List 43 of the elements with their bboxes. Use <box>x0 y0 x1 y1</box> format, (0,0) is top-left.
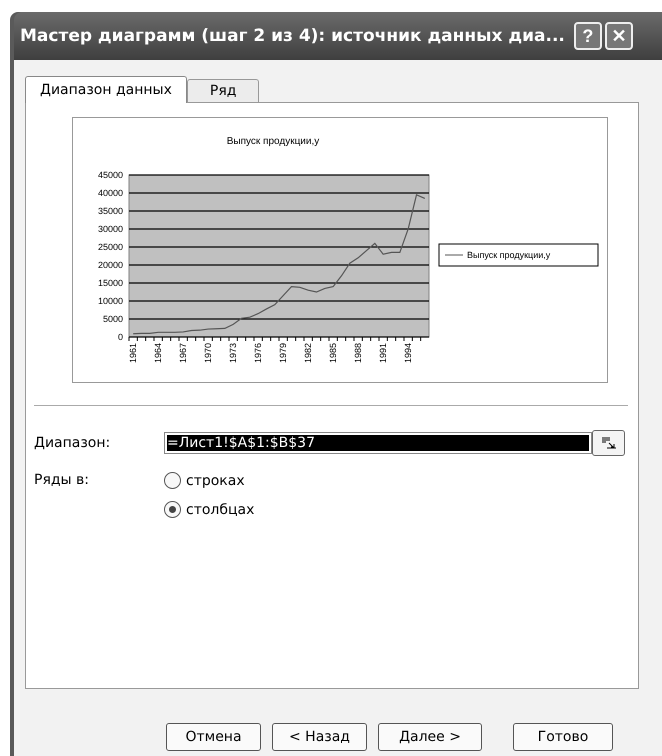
tab[interactable]: Диапазон данных <box>25 76 187 103</box>
dialog-button[interactable]: Отмена <box>166 723 261 751</box>
legend-line <box>444 254 464 256</box>
x-tick-label: 1994 <box>403 343 414 364</box>
x-tick-label: 1979 <box>278 343 288 364</box>
dialog-button[interactable]: Далее > <box>378 723 482 751</box>
x-tick-label: 1964 <box>153 343 164 364</box>
tab[interactable]: Ряд <box>186 79 260 102</box>
dialog-button[interactable]: Готово <box>513 723 613 751</box>
range-label: Диапазон: <box>34 435 112 451</box>
close-button[interactable]: ✕ <box>604 22 633 50</box>
series-in-label: Ряды в: <box>34 472 90 490</box>
y-tick-label: 40000 <box>98 188 123 198</box>
x-tick-label: 1988 <box>353 343 364 364</box>
x-tick-label: 1991 <box>378 343 388 364</box>
help-button[interactable]: ? <box>574 22 602 50</box>
chart-title: Выпуск продукции,у <box>226 136 320 147</box>
x-tick-label: 1976 <box>253 343 264 364</box>
y-tick-label: 35000 <box>98 206 123 216</box>
radio-option[interactable]: строках <box>164 472 254 489</box>
y-tick-label: 30000 <box>98 224 123 234</box>
x-tick-label: 1961 <box>128 343 138 364</box>
y-tick-label: 10000 <box>98 296 123 306</box>
x-tick-label: 1982 <box>303 343 314 364</box>
x-tick-label: 1973 <box>228 343 238 364</box>
collapse-dialog-button[interactable] <box>592 430 625 456</box>
y-tick-label: 15000 <box>98 278 123 288</box>
range-select-icon <box>600 436 616 450</box>
x-tick-label: 1985 <box>328 343 338 364</box>
x-tick-label: 1970 <box>203 343 214 364</box>
dialog-button[interactable]: < Назад <box>272 723 367 751</box>
range-field[interactable]: =Лист1!$A$1:$B$37 <box>164 432 592 454</box>
y-tick-label: 20000 <box>98 260 123 270</box>
x-tick-label: 1967 <box>178 343 188 364</box>
radio-circle[interactable] <box>164 472 181 489</box>
y-tick-label: 25000 <box>98 242 123 252</box>
window-title: Мастер диаграмм (шаг 2 из 4): источник данных диа... <box>20 26 565 46</box>
legend-label: Выпуск продукции,у <box>467 250 550 260</box>
y-tick-label: 45000 <box>98 170 123 180</box>
radio-option[interactable]: столбцах <box>164 501 254 518</box>
y-tick-label: 0 <box>118 332 123 342</box>
y-tick-label: 5000 <box>102 314 123 324</box>
radio-circle[interactable] <box>164 501 181 518</box>
